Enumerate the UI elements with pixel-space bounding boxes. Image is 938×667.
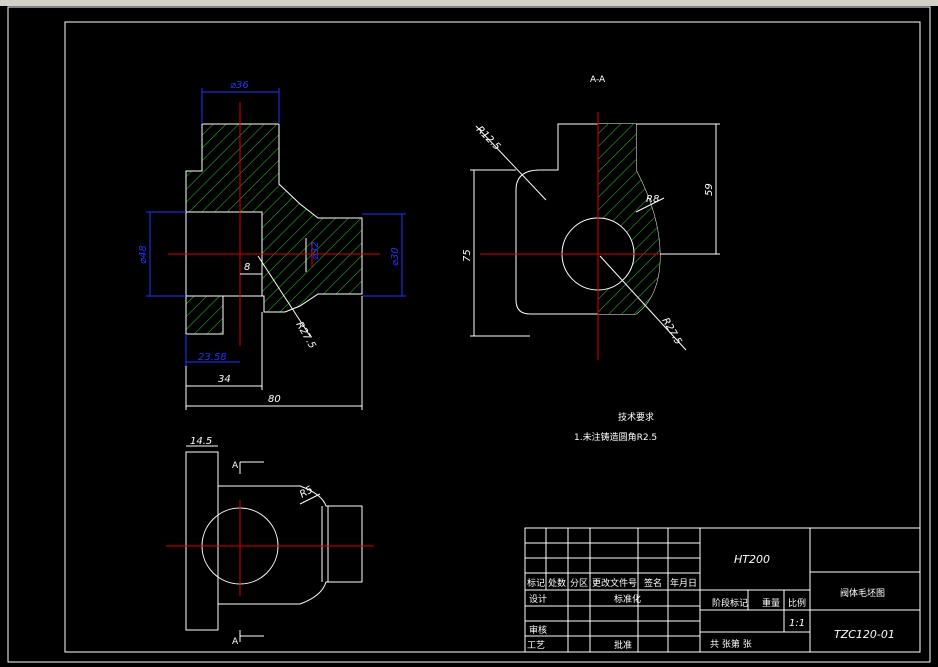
- dim-d30: ⌀30: [390, 247, 401, 266]
- dim-8: 8: [244, 262, 250, 273]
- drawing-canvas: ⌀36 ⌀48 ⌀30 ⌀32 8 R27.5 23.58 34 80 A-A: [7, 6, 931, 663]
- dim-r275-side: R27.5: [659, 316, 683, 347]
- hdr-count: 处数: [548, 577, 566, 589]
- tb-ratio: 比例: [788, 597, 806, 609]
- dim-145: 14.5: [190, 436, 212, 447]
- dim-r275-front: R27.5: [293, 320, 317, 351]
- dim-75: 75: [462, 249, 473, 262]
- arrow-a-bottom: A: [232, 637, 239, 647]
- tb-review: 审核: [529, 624, 547, 636]
- outer-border: [7, 6, 931, 663]
- section-aa-label: A-A: [590, 75, 606, 85]
- dim-34: 34: [218, 374, 231, 385]
- side-section-view: A-A R12.5 R8 59 75 R27.5: [462, 75, 720, 360]
- tb-part-name: 阀体毛坯图: [840, 587, 885, 599]
- dim-r8: R8: [646, 194, 659, 205]
- hdr-date: 年月日: [670, 577, 697, 589]
- tb-process: 工艺: [527, 640, 545, 651]
- dim-59: 59: [704, 183, 715, 196]
- dim-r125: R12.5: [474, 124, 502, 152]
- notes-title: 技术要求: [618, 411, 654, 423]
- notes-line1: 1.未注铸造圆角R2.5: [574, 431, 657, 443]
- tb-standardize: 标准化: [614, 593, 641, 605]
- dim-d36: ⌀36: [230, 80, 249, 91]
- tb-approve: 批准: [614, 639, 632, 651]
- tb-stage-mark: 阶段标记: [712, 597, 748, 609]
- arrow-a-top: A: [232, 461, 239, 471]
- tb-design: 设计: [529, 593, 547, 605]
- hdr-sign: 签名: [644, 577, 662, 589]
- hdr-change-doc: 更改文件号: [592, 577, 637, 589]
- dim-80: 80: [268, 394, 281, 405]
- top-view-outline: [185, 451, 363, 631]
- dim-d32: ⌀32: [310, 241, 321, 260]
- tb-drawing-no: TZC120-01: [834, 628, 895, 641]
- dim-2358: 23.58: [198, 352, 227, 363]
- tb-weight: 重量: [762, 597, 780, 609]
- tb-material: HT200: [734, 553, 770, 566]
- inner-border: [64, 21, 921, 653]
- dim-d48: ⌀48: [138, 245, 149, 264]
- tb-sheets: 共 张第 张: [710, 638, 752, 650]
- hdr-zone: 分区: [570, 578, 588, 589]
- hdr-mark: 标记: [527, 577, 545, 589]
- tb-scale: 1:1: [789, 618, 805, 629]
- front-section-view: ⌀36 ⌀48 ⌀30 ⌀32 8 R27.5 23.58 34 80: [138, 80, 406, 410]
- title-block: 标记 处数 分区 更改文件号 签名 年月日 设计 标准化 审核 工艺 批准 HT…: [524, 527, 921, 653]
- top-view: 14.5 R5 A A: [166, 436, 374, 647]
